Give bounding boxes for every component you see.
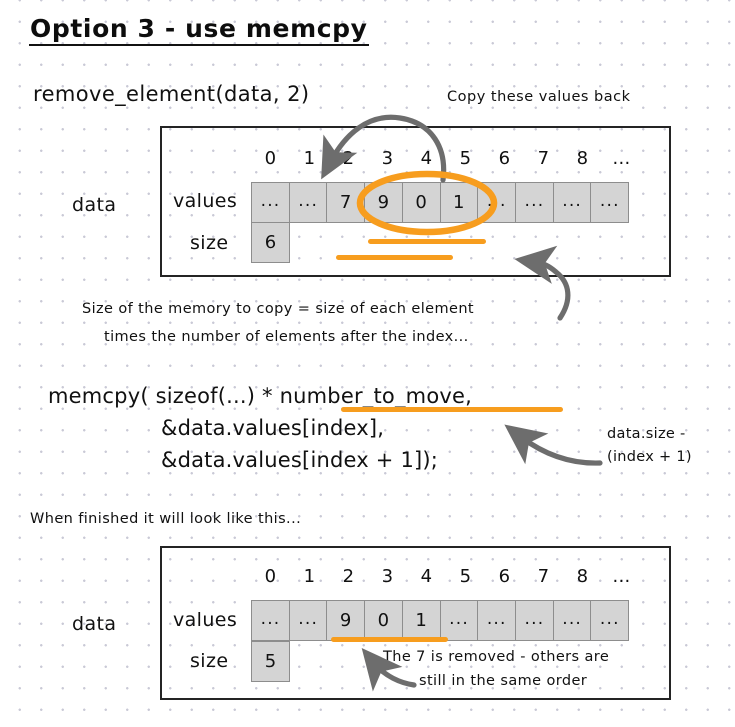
function-signature: remove_element(data, 2) [33, 82, 310, 106]
array-index-label: 4 [420, 148, 433, 169]
values-array-after: ...... 9 0 1............... [251, 600, 630, 641]
values-field-label-before: values [173, 190, 238, 212]
array-cell: ... [288, 600, 328, 641]
array-index-label: 6 [498, 148, 511, 169]
array-index-label: 8 [576, 148, 589, 169]
code-line-1: memcpy( sizeof(...) * number_to_move, [48, 384, 472, 408]
array-index-label: 3 [381, 566, 394, 587]
array-cell: 9 [326, 600, 366, 641]
values-array-before: ...... 7 9 0 1............ [251, 182, 630, 223]
finished-note: When finished it will look like this... [30, 511, 302, 527]
array-index-label: 5 [459, 566, 472, 587]
array-cell: 0 [401, 182, 441, 223]
size-field-label-before: size [190, 232, 229, 254]
side-note-line1: data.size - [607, 426, 686, 442]
array-cell: 7 [326, 182, 366, 223]
array-index-label: ... [612, 148, 631, 169]
array-cell: ... [439, 600, 479, 641]
title-underline [29, 44, 369, 47]
array-cell: ... [590, 182, 630, 223]
highlight-bar-lower [336, 255, 453, 260]
array-cell: ... [477, 182, 517, 223]
array-index-label: 0 [264, 566, 277, 587]
index-row-before: 0 1 2 3 4 5 6 7 8... [251, 148, 641, 169]
copy-back-annotation: Copy these values back [447, 89, 631, 105]
array-index-label: ... [612, 566, 631, 587]
array-index-label: 2 [342, 148, 355, 169]
array-index-label: 1 [303, 566, 316, 587]
array-cell: ... [288, 182, 328, 223]
array-index-label: 4 [420, 566, 433, 587]
array-index-label: 6 [498, 566, 511, 587]
array-cell: 0 [364, 600, 404, 641]
array-cell: ... [552, 600, 592, 641]
array-index-label: 8 [576, 566, 589, 587]
index-row-after: 0 1 2 3 4 5 6 7 8... [251, 566, 641, 587]
array-index-label: 0 [264, 148, 277, 169]
page-title: Option 3 - use memcpy [30, 14, 368, 43]
array-cell: ... [590, 600, 630, 641]
code-line-2: &data.values[index], [161, 416, 385, 440]
number-to-move-arrow [504, 424, 603, 466]
array-index-label: 7 [537, 148, 550, 169]
struct-label-before: data [72, 194, 117, 216]
size-note-line1: Size of the memory to copy = size of eac… [82, 301, 474, 317]
highlight-bar-after [331, 637, 448, 642]
array-index-label: 1 [303, 148, 316, 169]
array-index-label: 7 [537, 566, 550, 587]
array-cell: ... [552, 182, 592, 223]
array-cell: ... [514, 182, 554, 223]
array-cell: 1 [401, 600, 441, 641]
number-to-move-underline [341, 407, 563, 412]
array-cell: ... [251, 182, 290, 223]
array-cell: ... [477, 600, 517, 641]
bottom-note-line2: still in the same order [419, 673, 588, 689]
size-field-label-after: size [190, 650, 229, 672]
array-cell: 9 [364, 182, 404, 223]
array-cell: ... [251, 600, 290, 641]
struct-label-after: data [72, 613, 117, 635]
array-cell: 1 [439, 182, 479, 223]
highlight-bar-upper [368, 239, 486, 244]
size-note-line2: times the number of elements after the i… [104, 329, 469, 345]
side-note-line2: (index + 1) [607, 449, 692, 465]
array-index-label: 5 [459, 148, 472, 169]
code-line-3: &data.values[index + 1]); [161, 448, 439, 472]
size-cell-before: 6 [251, 222, 290, 263]
values-field-label-after: values [173, 609, 238, 631]
array-cell: ... [514, 600, 554, 641]
array-index-label: 3 [381, 148, 394, 169]
bottom-note-line1: The 7 is removed - others are [383, 649, 610, 665]
array-index-label: 2 [342, 566, 355, 587]
size-cell-after: 5 [251, 641, 290, 682]
